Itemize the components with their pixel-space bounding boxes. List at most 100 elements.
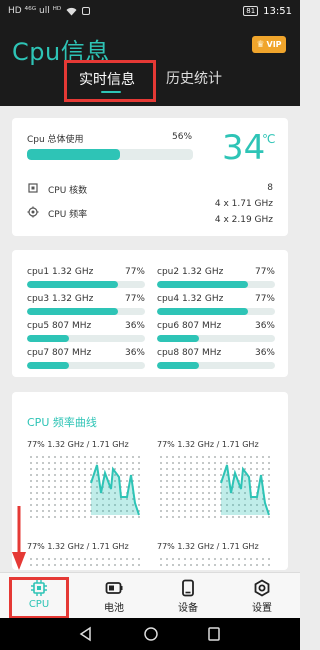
grid-dot (72, 558, 74, 560)
grid-dot (214, 516, 216, 518)
grid-dot (66, 510, 68, 512)
core-name: cpu3 1.32 GHz (27, 294, 94, 304)
grid-dot (54, 558, 56, 560)
grid-dot (214, 564, 216, 566)
grid-dot (138, 456, 140, 458)
grid-dot (48, 486, 50, 488)
grid-dot (202, 474, 204, 476)
curve-section-title: CPU 频率曲线 (27, 416, 97, 429)
grid-dot (36, 462, 38, 464)
core-percent: 77% (124, 267, 145, 277)
grid-dot (72, 498, 74, 500)
grid-dot (172, 468, 174, 470)
grid-dot (138, 564, 140, 566)
core-percent: 77% (254, 294, 275, 304)
grid-dot (244, 516, 246, 518)
grid-dot (160, 564, 162, 566)
grid-dot (190, 558, 192, 560)
nav-item-device[interactable]: 设备 (158, 579, 218, 617)
grid-dot (166, 492, 168, 494)
grid-dot (120, 516, 122, 518)
grid-dot (42, 504, 44, 506)
grid-dot (196, 456, 198, 458)
cpu-cores-label: CPU 核数 (48, 186, 88, 196)
status-battery-icon: 81 (243, 6, 259, 16)
grid-dot (84, 486, 86, 488)
grid-dot (196, 462, 198, 464)
core-usage-card: cpu1 1.32 GHz 77% cpu2 1.32 GHz 77% cpu3… (12, 250, 288, 377)
recents-icon[interactable] (207, 626, 221, 642)
vip-button[interactable]: ♛ VIP (252, 36, 286, 53)
grid-dot (66, 480, 68, 482)
core-progress-bar (27, 308, 145, 315)
grid-dot (36, 498, 38, 500)
grid-dot (202, 456, 204, 458)
grid-dot (250, 456, 252, 458)
cpu-cores-value: 8 (267, 183, 273, 193)
grid-dot (48, 564, 50, 566)
nav-item-settings[interactable]: 设置 (232, 579, 292, 617)
grid-dot (172, 564, 174, 566)
grid-dot (184, 474, 186, 476)
grid-dot (108, 516, 110, 518)
grid-dot (268, 474, 270, 476)
frequency-graph: 77% 1.32 GHz / 1.71 GHz (27, 542, 145, 570)
nav-item-battery[interactable]: 电池 (84, 579, 144, 617)
back-icon[interactable] (78, 626, 92, 642)
grid-dot (196, 480, 198, 482)
grid-dot (160, 504, 162, 506)
grid-dot (138, 504, 140, 506)
grid-dot (208, 504, 210, 506)
grid-dot (54, 456, 56, 458)
core-name: cpu8 807 MHz (157, 348, 222, 358)
grid-dot (120, 564, 122, 566)
grid-dot (54, 480, 56, 482)
grid-dot (120, 468, 122, 470)
grid-dot (184, 468, 186, 470)
grid-dot (60, 504, 62, 506)
grid-dot (178, 498, 180, 500)
cpu-frequency-value-1: 4 x 1.71 GHz (214, 199, 273, 209)
grid-dot (196, 474, 198, 476)
grid-dot (42, 474, 44, 476)
grid-dot (78, 516, 80, 518)
grid-dot (90, 474, 92, 476)
grid-dot (54, 462, 56, 464)
core-name: cpu4 1.32 GHz (157, 294, 224, 304)
grid-dot (268, 480, 270, 482)
home-icon[interactable] (143, 626, 159, 642)
grid-dot (172, 498, 174, 500)
grid-dot (60, 516, 62, 518)
grid-dot (184, 510, 186, 512)
frequency-graph: 77% 1.32 GHz / 1.71 GHz (157, 542, 275, 570)
temperature-unit: ℃ (262, 132, 276, 146)
grid-dot (202, 564, 204, 566)
usage-progress-fill (27, 149, 120, 160)
usage-label: Cpu 总体使用 (27, 135, 84, 145)
grid-dot (102, 558, 104, 560)
grid-dot (208, 456, 210, 458)
cpu-overview-card: Cpu 总体使用 56% 34 ℃ CPU 核数 8 CPU 频率 4 x 1.… (12, 118, 288, 236)
frequency-graph-plot (30, 558, 140, 566)
grid-dot (84, 504, 86, 506)
grid-dot (256, 468, 258, 470)
grid-dot (166, 468, 168, 470)
grid-dot (196, 486, 198, 488)
grid-dot (196, 492, 198, 494)
grid-dot (30, 564, 32, 566)
grid-dot (66, 456, 68, 458)
grid-dot (60, 456, 62, 458)
tab-history-stats[interactable]: 历史统计 (156, 60, 234, 102)
frequency-graph: 77% 1.32 GHz / 1.71 GHz (157, 440, 275, 523)
grid-dot (268, 558, 270, 560)
grid-dot (108, 462, 110, 464)
usage-percent: 56% (172, 132, 193, 142)
grid-dot (42, 516, 44, 518)
grid-dot (114, 456, 116, 458)
grid-dot (120, 456, 122, 458)
tab-realtime-info[interactable]: 实时信息 (64, 60, 156, 102)
grid-dot (72, 456, 74, 458)
grid-dot (60, 498, 62, 500)
grid-dot (166, 504, 168, 506)
grid-dot (172, 504, 174, 506)
